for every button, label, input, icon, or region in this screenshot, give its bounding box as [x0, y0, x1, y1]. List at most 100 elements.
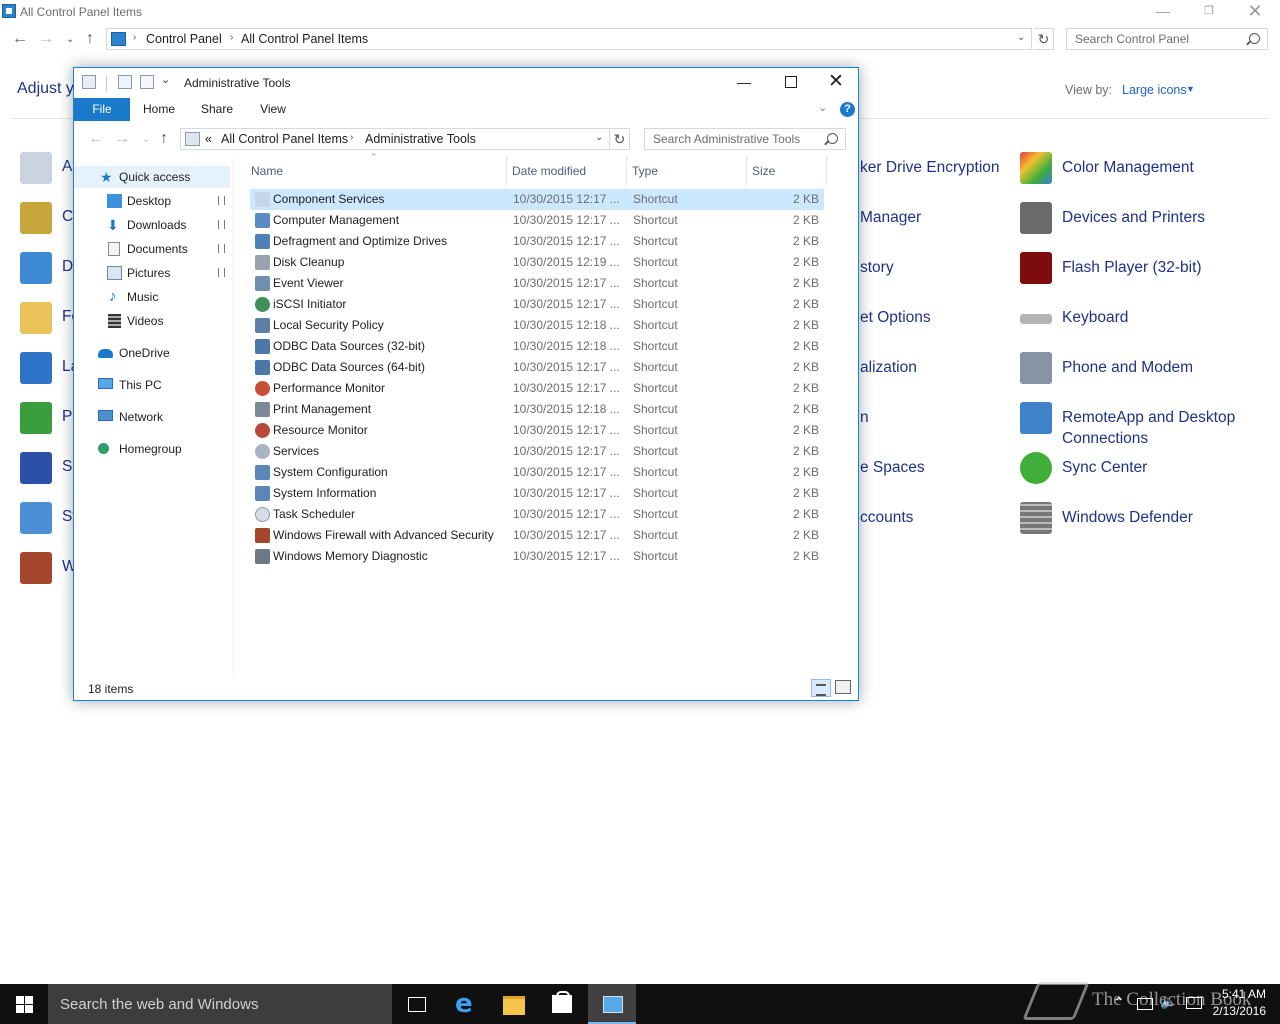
file-name[interactable]: Computer Management	[273, 210, 399, 231]
nav-item-label[interactable]: Documents	[127, 238, 188, 260]
file-row[interactable]: iSCSI Initiator 10/30/2015 12:17 ... Sho…	[250, 294, 824, 315]
recent-locations-chevron-icon[interactable]: ⌄	[66, 34, 74, 45]
pin-icon[interactable]	[218, 268, 225, 277]
column-header-size[interactable]: Size	[752, 164, 775, 178]
nav-item-quick-access[interactable]: ★ Quick access	[74, 166, 230, 188]
minimize-button[interactable]: —	[1140, 0, 1186, 24]
nav-item-label[interactable]: Homegroup	[119, 438, 182, 460]
file-row[interactable]: Windows Memory Diagnostic 10/30/2015 12:…	[250, 546, 824, 567]
nav-item-label[interactable]: OneDrive	[119, 342, 170, 364]
file-name[interactable]: Windows Memory Diagnostic	[273, 546, 428, 567]
file-name[interactable]: ODBC Data Sources (32-bit)	[273, 336, 425, 357]
nav-item-label[interactable]: This PC	[119, 374, 162, 396]
control-panel-search-input[interactable]	[1067, 29, 1243, 49]
file-name[interactable]: iSCSI Initiator	[273, 294, 346, 315]
file-name[interactable]: ODBC Data Sources (64-bit)	[273, 357, 425, 378]
search-icon[interactable]	[827, 133, 838, 144]
forward-arrow-icon[interactable]: →	[38, 30, 54, 48]
file-name[interactable]: Component Services	[273, 189, 384, 210]
close-button[interactable]: ✕	[1232, 0, 1278, 24]
breadcrumb-all-items[interactable]: All Control Panel Items	[221, 132, 348, 146]
file-name[interactable]: Disk Cleanup	[273, 252, 344, 273]
tab-view[interactable]: View	[248, 98, 298, 121]
file-name[interactable]: Services	[273, 441, 319, 462]
store-icon[interactable]	[538, 984, 586, 1024]
new-folder-icon[interactable]	[140, 75, 154, 89]
taskbar-search-input[interactable]	[48, 984, 392, 1024]
pin-icon[interactable]	[218, 196, 225, 205]
properties-icon[interactable]	[82, 75, 96, 89]
nav-item-downloads[interactable]: ⬇ Downloads	[74, 214, 230, 236]
column-divider[interactable]	[746, 156, 747, 186]
cp-item-label[interactable]: C	[62, 208, 73, 226]
cp-item-label[interactable]: Phone and Modem	[1062, 357, 1193, 378]
tab-home[interactable]: Home	[134, 98, 184, 121]
cp-item-label[interactable]: Devices and Printers	[1062, 207, 1205, 228]
file-row[interactable]: Component Services 10/30/2015 12:17 ... …	[250, 189, 824, 210]
cp-item-label[interactable]: A	[62, 158, 72, 176]
address-bar[interactable]: « All Control Panel Items › Administrati…	[180, 128, 610, 150]
refresh-button[interactable]: ↻	[1034, 28, 1054, 50]
recent-locations-chevron-icon[interactable]: ⌄	[142, 134, 150, 145]
file-row[interactable]: Task Scheduler 10/30/2015 12:17 ... Shor…	[250, 504, 824, 525]
cp-item-label[interactable]: RemoteApp and Desktop Connections	[1062, 407, 1252, 449]
back-arrow-icon[interactable]: ←	[88, 130, 104, 148]
nav-item-network[interactable]: Network	[74, 406, 230, 428]
breadcrumb-overflow[interactable]: «	[205, 132, 212, 146]
cp-item-label[interactable]: Manager	[860, 209, 921, 227]
action-center-icon[interactable]	[1186, 997, 1202, 1009]
forward-arrow-icon[interactable]: →	[114, 130, 130, 148]
file-row[interactable]: Windows Firewall with Advanced Security …	[250, 525, 824, 546]
nav-item-label[interactable]: Quick access	[119, 166, 190, 188]
control-panel-search[interactable]	[1066, 28, 1268, 50]
refresh-button[interactable]: ↻	[610, 128, 630, 150]
cp-item-label[interactable]: ker Drive Encryption	[860, 159, 1000, 177]
view-by-dropdown[interactable]: Large icons	[1122, 83, 1187, 97]
column-header-date[interactable]: Date modified	[512, 164, 586, 178]
cp-item-label[interactable]: alization	[860, 359, 917, 377]
nav-item-label[interactable]: Desktop	[127, 190, 171, 212]
column-divider[interactable]	[826, 156, 827, 186]
file-name[interactable]: Resource Monitor	[273, 420, 368, 441]
file-row[interactable]: Print Management 10/30/2015 12:18 ... Sh…	[250, 399, 824, 420]
file-name[interactable]: Task Scheduler	[273, 504, 355, 525]
nav-item-pictures[interactable]: Pictures	[74, 262, 230, 284]
file-name[interactable]: System Information	[273, 483, 376, 504]
file-row[interactable]: Services 10/30/2015 12:17 ... Shortcut 2…	[250, 441, 824, 462]
breadcrumb-separator-icon[interactable]: ›	[133, 32, 136, 43]
breadcrumb-separator-icon[interactable]: ›	[230, 32, 233, 43]
cp-item-label[interactable]: Keyboard	[1062, 307, 1128, 328]
file-name[interactable]: Windows Firewall with Advanced Security	[273, 525, 494, 546]
nav-item-music[interactable]: ♪ Music	[74, 286, 230, 308]
start-button[interactable]	[0, 984, 48, 1024]
cp-item-label[interactable]: n	[860, 409, 869, 427]
nav-item-label[interactable]: Music	[127, 286, 158, 308]
nav-item-label[interactable]: Pictures	[127, 262, 170, 284]
taskbar-search[interactable]	[48, 984, 392, 1024]
cp-item-label[interactable]: e Spaces	[860, 459, 925, 477]
clock-date[interactable]: 2/13/2016	[1212, 1004, 1266, 1018]
column-divider[interactable]	[626, 156, 627, 186]
network-tray-icon[interactable]	[1137, 998, 1153, 1010]
file-row[interactable]: Disk Cleanup 10/30/2015 12:19 ... Shortc…	[250, 252, 824, 273]
pin-icon[interactable]	[218, 244, 225, 253]
address-dropdown-icon[interactable]: ⌄	[595, 132, 603, 143]
cp-item-label[interactable]: story	[860, 259, 894, 277]
restore-button[interactable]: ❐	[1186, 0, 1232, 24]
nav-item-label[interactable]: Downloads	[127, 214, 186, 236]
cp-item-label[interactable]: Color Management	[1062, 157, 1194, 178]
breadcrumb-control-panel[interactable]: Control Panel	[146, 32, 222, 46]
breadcrumb-admin-tools[interactable]: Administrative Tools	[365, 132, 476, 146]
file-name[interactable]: Local Security Policy	[273, 315, 384, 336]
column-divider[interactable]	[506, 156, 507, 186]
admin-tools-search[interactable]	[644, 128, 846, 150]
file-row[interactable]: Defragment and Optimize Drives 10/30/201…	[250, 231, 824, 252]
file-name[interactable]: Performance Monitor	[273, 378, 385, 399]
maximize-button[interactable]	[767, 68, 813, 97]
file-row[interactable]: Performance Monitor 10/30/2015 12:17 ...…	[250, 378, 824, 399]
column-header-type[interactable]: Type	[632, 164, 658, 178]
minimize-button[interactable]: —	[721, 68, 767, 97]
cp-item-label[interactable]: Sync Center	[1062, 457, 1147, 478]
file-name[interactable]: Defragment and Optimize Drives	[273, 231, 447, 252]
customize-toolbar-chevron-icon[interactable]: ⌄	[161, 73, 170, 86]
